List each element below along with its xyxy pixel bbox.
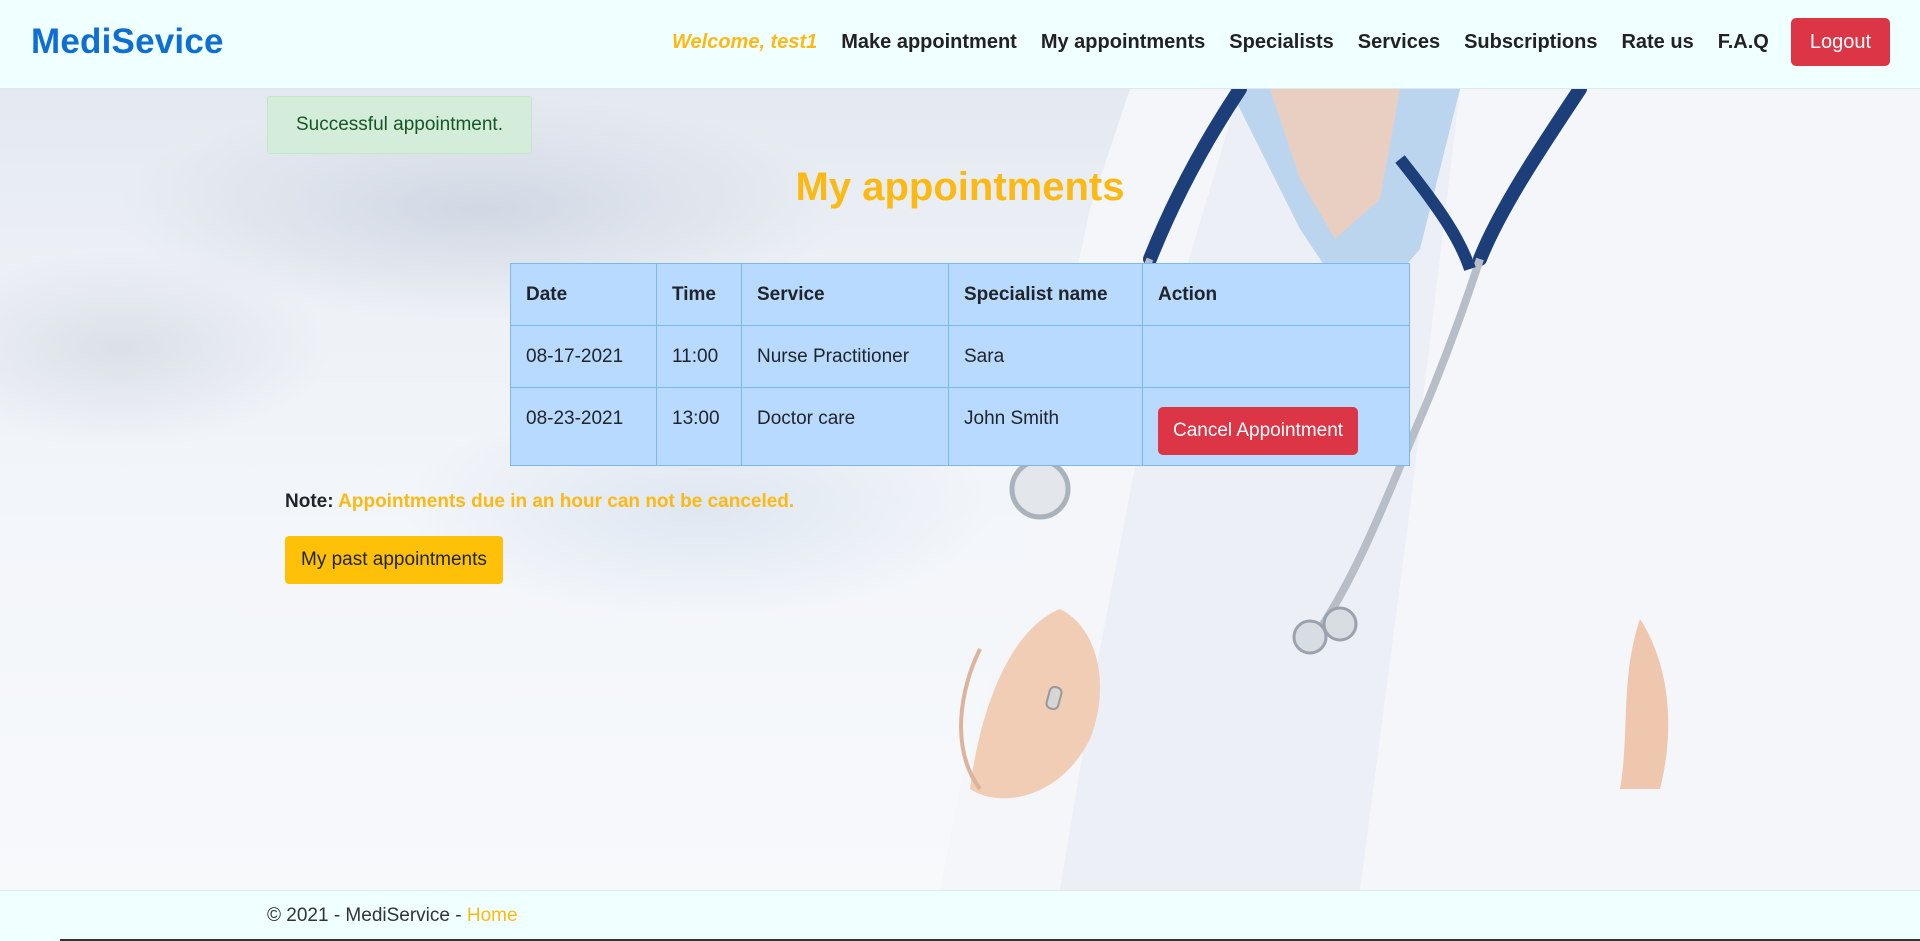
page-title: My appointments [795,165,1125,209]
cell-action [1142,325,1410,388]
footer-text: © 2021 - MediService - Home [267,905,518,927]
table-header-row: Date Time Service Specialist name Action [510,263,1410,326]
welcome-text: Welcome, test1 [672,30,818,53]
header-date: Date [510,263,657,326]
brand-logo[interactable]: MediSevice [31,22,224,62]
cancel-note: Note: Appointments due in an hour can no… [285,491,794,513]
cell-service: Nurse Practitioner [741,325,949,388]
nav-make-appointment[interactable]: Make appointment [841,31,1017,54]
nav-subscriptions[interactable]: Subscriptions [1464,31,1597,54]
table-row: 08-23-2021 13:00 Doctor care John Smith … [510,387,1410,466]
nav-my-appointments[interactable]: My appointments [1041,31,1205,54]
header-specialist: Specialist name [948,263,1143,326]
header-action: Action [1142,263,1410,326]
header-time: Time [656,263,742,326]
header-service: Service [741,263,949,326]
cell-time: 13:00 [656,387,742,466]
cell-specialist: Sara [948,325,1143,388]
note-text: Appointments due in an hour can not be c… [338,491,795,512]
logout-button[interactable]: Logout [1790,18,1890,66]
cell-date: 08-23-2021 [510,387,657,466]
note-label: Note: [285,491,334,512]
footer: © 2021 - MediService - Home [0,890,1920,941]
cell-action: Cancel Appointment [1142,387,1410,466]
copyright-text: © 2021 - MediService - [267,905,467,926]
nav-specialists[interactable]: Specialists [1229,31,1334,54]
nav-services[interactable]: Services [1358,31,1440,54]
past-appointments-button[interactable]: My past appointments [285,536,503,584]
cell-specialist: John Smith [948,387,1143,466]
cell-service: Doctor care [741,387,949,466]
navbar: MediSevice Welcome, test1 Make appointme… [0,0,1920,89]
cell-time: 11:00 [656,325,742,388]
appointments-table: Date Time Service Specialist name Action… [510,263,1410,466]
nav-faq[interactable]: F.A.Q [1718,31,1769,54]
table-row: 08-17-2021 11:00 Nurse Practitioner Sara [510,325,1410,388]
nav-menu: Welcome, test1 Make appointment My appoi… [672,18,1890,66]
cell-date: 08-17-2021 [510,325,657,388]
nav-rate-us[interactable]: Rate us [1621,31,1693,54]
footer-home-link[interactable]: Home [467,905,518,926]
main-content: Successful appointment. My appointments … [0,89,1920,890]
cancel-appointment-button[interactable]: Cancel Appointment [1158,406,1359,455]
success-alert: Successful appointment. [267,96,532,154]
